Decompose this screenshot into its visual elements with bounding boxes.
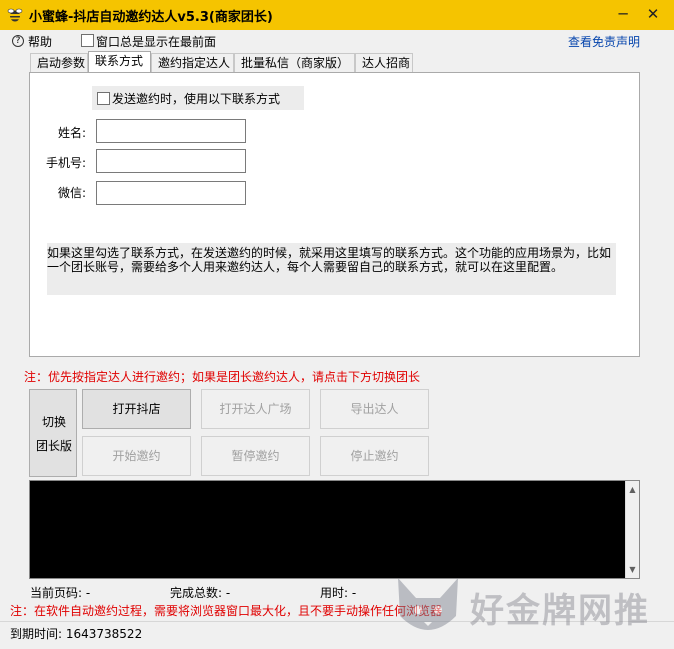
tab-invite-specific[interactable]: 邀约指定达人 (151, 53, 234, 73)
start-invite-button[interactable]: 开始邀约 (82, 436, 191, 476)
bee-logo-icon (7, 8, 23, 22)
browser-note: 注：在软件自动邀约过程，需要将浏览器窗口最大化，且不要手动操作任何浏览器 (10, 604, 443, 618)
name-label: 姓名: (57, 126, 86, 140)
log-scrollbar[interactable]: ▲ ▼ (625, 481, 639, 578)
always-on-top-label[interactable]: 窗口总是显示在最前面 (96, 33, 216, 50)
phone-input[interactable] (96, 149, 246, 173)
wechat-input[interactable] (96, 181, 246, 205)
phone-label: 手机号: (45, 156, 86, 170)
export-button[interactable]: 导出达人 (320, 389, 429, 429)
use-contact-checkbox[interactable] (97, 92, 110, 105)
open-store-button[interactable]: 打开抖店 (82, 389, 191, 429)
pause-invite-button[interactable]: 暂停邀约 (201, 436, 310, 476)
expire-time: 到期时间: 1643738522 (10, 627, 143, 641)
open-plaza-button[interactable]: 打开达人广场 (201, 389, 310, 429)
scroll-up-arrow-icon[interactable]: ▲ (626, 483, 639, 497)
close-button[interactable]: ✕ (640, 3, 666, 25)
priority-note: 注：优先按指定达人进行邀约；如果是团长邀约达人，请点击下方切换团长 (24, 370, 421, 384)
name-input[interactable] (96, 119, 246, 143)
always-on-top-checkbox[interactable] (81, 34, 94, 47)
minimize-button[interactable]: ─ (610, 3, 636, 25)
watermark-text: 好金牌网推 (470, 591, 650, 631)
help-icon[interactable]: ? (12, 35, 24, 47)
window-title: 小蜜蜂-抖店自动邀约达人v5.3(商家团长) (29, 10, 273, 25)
contact-panel (29, 72, 640, 357)
current-page-status: 当前页码: - (30, 586, 91, 600)
help-menu[interactable]: 帮助 (28, 33, 52, 50)
total-done-status: 完成总数: - (170, 586, 231, 600)
contact-hint: 如果这里勾选了联系方式，在发送邀约的时候，就采用这里填写的联系方式。这个功能的应… (47, 243, 616, 295)
switch-leader-button[interactable]: 切换 团长版 (29, 389, 77, 477)
tab-influencer-recruit[interactable]: 达人招商 (355, 53, 413, 73)
time-used-status: 用时: - (320, 586, 357, 600)
wechat-label: 微信: (57, 186, 86, 200)
use-contact-label[interactable]: 发送邀约时，使用以下联系方式 (112, 90, 280, 107)
tab-startup-params[interactable]: 启动参数 (30, 53, 88, 73)
switch-label-line2: 团长版 (35, 439, 72, 453)
stop-invite-button[interactable]: 停止邀约 (320, 436, 429, 476)
disclaimer-link[interactable]: 查看免责声明 (568, 33, 640, 50)
tab-contact[interactable]: 联系方式 (88, 51, 151, 73)
log-console[interactable]: ▲ ▼ (29, 480, 640, 579)
tab-bulk-message[interactable]: 批量私信（商家版） (234, 53, 355, 73)
switch-label-line1: 切换 (41, 415, 66, 429)
